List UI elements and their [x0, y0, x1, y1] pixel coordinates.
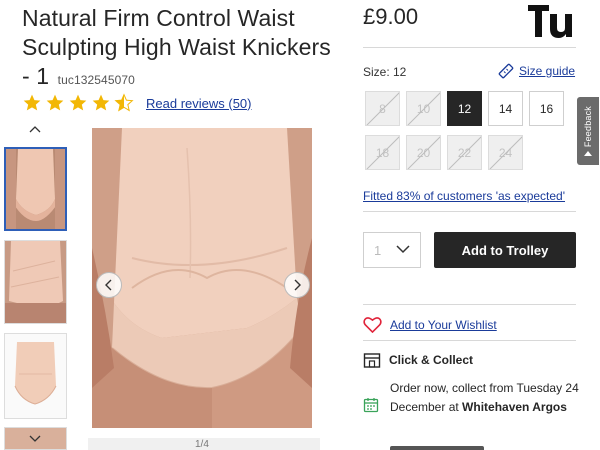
size-label: Size: 12 [363, 65, 407, 79]
size-option-8[interactable]: 8 [365, 91, 400, 126]
triangle-up-icon [584, 151, 592, 157]
divider [363, 47, 576, 48]
size-option-22[interactable]: 22 [447, 135, 482, 170]
feedback-label: Feedback [583, 105, 593, 148]
star-full-icon [46, 94, 64, 111]
chevron-right-icon [294, 279, 301, 291]
click-collect-title: Click & Collect [389, 353, 474, 367]
collect-info: Order now, collect from Tuesday 24 Decem… [390, 379, 580, 417]
brand-logo [528, 5, 572, 38]
wishlist-label: Add to Your Wishlist [390, 317, 497, 332]
thumbnail-3[interactable] [4, 333, 67, 419]
size-option-12[interactable]: 12 [447, 91, 482, 126]
next-image-button[interactable] [284, 272, 310, 298]
size-guide-link[interactable]: Size guide [497, 62, 575, 80]
chevron-down-icon [396, 245, 410, 254]
star-full-icon [23, 94, 41, 111]
star-full-icon [69, 94, 87, 111]
add-to-trolley-button[interactable]: Add to Trolley [434, 232, 576, 268]
thumbnail-1[interactable] [4, 147, 67, 231]
partial-button [390, 446, 484, 450]
click-collect-header: Click & Collect [363, 352, 473, 368]
size-option-16[interactable]: 16 [529, 91, 564, 126]
heart-icon [363, 317, 382, 333]
rating-stars [22, 93, 134, 113]
store-icon [363, 353, 381, 368]
size-option-20[interactable]: 20 [406, 135, 441, 170]
wishlist-link[interactable]: Add to Your Wishlist [363, 316, 497, 333]
image-counter: 1/4 [195, 439, 209, 450]
product-price: £9.00 [363, 4, 419, 29]
chevron-up-icon[interactable] [27, 123, 43, 135]
size-option-14[interactable]: 14 [488, 91, 523, 126]
star-half-icon [114, 93, 134, 112]
quantity-value: 1 [374, 242, 382, 258]
star-full-icon [92, 94, 110, 111]
prev-image-button[interactable] [96, 272, 122, 298]
read-reviews-link[interactable]: Read reviews (50) [146, 96, 252, 111]
quantity-select[interactable]: 1 [363, 232, 421, 268]
size-option-10[interactable]: 10 [406, 91, 441, 126]
feedback-tab[interactable]: Feedback [577, 97, 599, 165]
collect-store: Whitehaven Argos [462, 400, 567, 414]
divider [363, 211, 576, 212]
product-title: Natural Firm Control Waist Sculpting Hig… [22, 4, 342, 95]
size-option-18[interactable]: 18 [365, 135, 400, 170]
product-sku: tuc132545070 [57, 73, 135, 87]
divider [363, 340, 576, 341]
fit-feedback-link[interactable]: Fitted 83% of customers 'as expected' [363, 189, 565, 203]
rating-row: Read reviews (50) [22, 92, 252, 114]
chevron-down-icon[interactable] [27, 433, 43, 445]
size-guide-label: Size guide [519, 64, 576, 78]
size-option-24[interactable]: 24 [488, 135, 523, 170]
chevron-left-icon [105, 279, 112, 291]
calendar-icon [363, 398, 379, 413]
divider [363, 304, 576, 305]
main-product-image [92, 128, 312, 428]
ruler-icon [498, 63, 514, 79]
thumbnail-2[interactable] [4, 240, 67, 324]
